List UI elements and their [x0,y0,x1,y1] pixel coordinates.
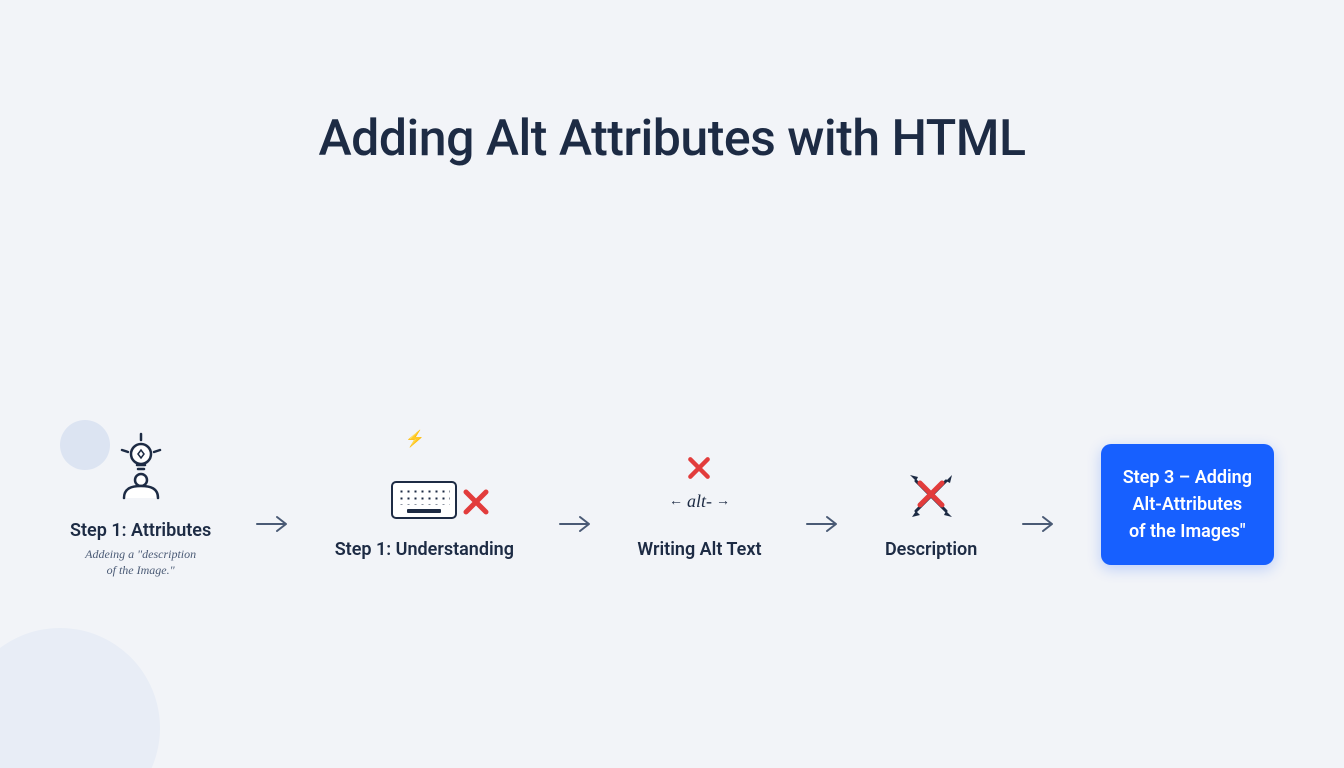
arrow-right-icon [552,489,600,559]
step-label: Step 1: Attributes [70,520,211,541]
page-title: Adding Alt Attributes with HTML [0,110,1344,168]
alt-token: alt- [687,491,712,512]
arrow-right-small-icon: → [716,494,730,510]
alt-tag-icon: ← alt- → [669,449,730,519]
callout-line: of the Images" [1123,518,1252,545]
step-description: Description [885,449,977,560]
step-label: Writing Alt Text [637,539,761,560]
step-label: Step 1: Understanding [335,539,514,560]
spark-icon: ⚡ [405,429,425,448]
arrow-right-icon [799,489,847,559]
process-flow: Step 1: Attributes Addeing a "descriptio… [70,430,1274,578]
arrow-right-icon [249,489,297,559]
final-step-callout: Step 3 – Adding Alt-Attributes of the Im… [1101,444,1274,565]
step-subtext: Addeing a "description of the Image." [85,547,196,578]
crossed-pencils-icon [906,449,956,519]
arrow-left-small-icon: ← [669,494,683,510]
keyboard-icon: ⚡ [391,449,457,519]
decorative-circle [0,628,160,768]
step-attributes: Step 1: Attributes Addeing a "descriptio… [70,430,211,578]
callout-line: Alt-Attributes [1123,491,1252,518]
step-understanding: ⚡ Step 1: Understanding [335,449,514,560]
arrow-right-icon [1015,489,1063,559]
step-writing-alt-text: ← alt- → Writing Alt Text [637,449,761,560]
callout-line: Step 3 – Adding [1123,464,1252,491]
x-mark-icon [461,487,491,521]
x-mark-icon [686,455,712,485]
lightbulb-person-icon [106,430,176,500]
step-label: Description [885,539,977,560]
